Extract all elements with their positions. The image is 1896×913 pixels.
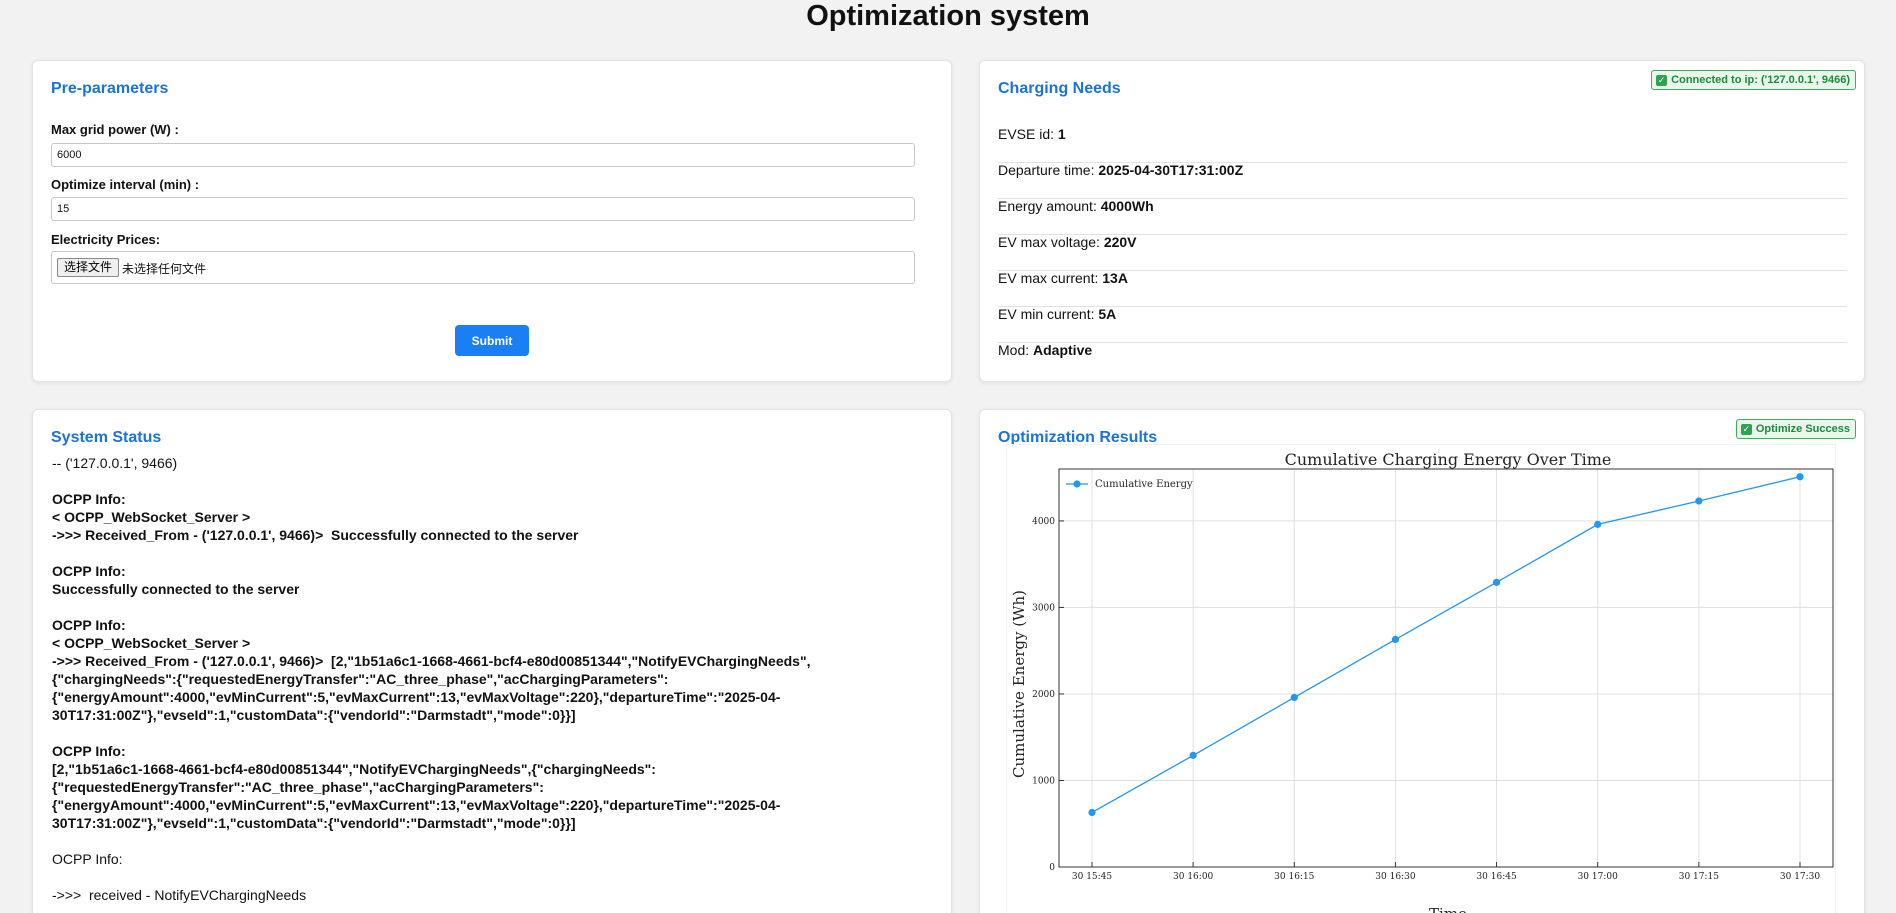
data-point [1088,808,1096,817]
status-log-line: < OCPP_WebSocket_Server > [52,509,251,525]
need-label: EVSE id: [998,126,1058,142]
status-log-line [52,544,932,562]
submit-button[interactable]: Submit [455,325,529,356]
status-log-line: {"requestedEnergyTransfer":"AC_three_pha… [52,779,544,795]
optimize-success-badge: ✓ Optimize Success [1735,419,1856,439]
x-tick-label: 30 17:00 [1578,872,1619,882]
file-status-text: 未选择任何文件 [122,262,207,276]
check-icon: ✓ [1740,423,1752,435]
status-log: -- ('127.0.0.1', 9466) OCPP Info: < OCPP_W… [52,454,932,904]
need-row-mode: Mod: Adaptive [998,343,1847,379]
pre-parameters-title: Pre-parameters [51,80,169,97]
status-log-line: {"energyAmount":4000,"evMinCurrent":5,"e… [52,797,781,813]
x-tick-label: 30 15:45 [1072,872,1113,882]
check-icon: ✓ [1656,74,1668,86]
cumulative-energy-chart: Cumulative Charging Energy Over Time 0 10… [1005,443,1837,913]
choose-file-button[interactable]: 选择文件 [57,258,120,277]
optimize-success-text: Optimize Success [1755,423,1850,435]
data-point [1695,497,1703,505]
status-log-line [52,472,932,490]
chart-xlabel: Time [1429,905,1467,913]
x-tick-label: 30 16:30 [1375,872,1416,882]
need-row-departure-time: Departure time: 2025-04-30T17:31:00Z [998,163,1847,199]
chart-ylabel: Cumulative Energy (Wh) [1010,590,1028,778]
status-log-line [52,598,932,616]
chart-svg: Cumulative Charging Energy Over Time 0 10… [1005,443,1837,913]
y-tick-label: 4000 [1032,517,1055,527]
need-label: EV max voltage: [998,234,1104,250]
connection-status-text: Connected to ip: ('127.0.0.1', 9466) [1671,74,1850,86]
y-tick-label: 2000 [1032,690,1055,700]
charging-needs-title: Charging Needs [998,80,1121,97]
status-log-line: -- ('127.0.0.1', 9466) [52,455,178,471]
status-log-line: ->>> received - NotifyEVChargingNeeds [52,887,307,903]
need-label: EV max current: [998,270,1103,286]
need-label: Departure time: [998,162,1099,178]
pre-parameters-panel: Pre-parameters Max grid power (W) : Opti… [32,60,952,382]
status-log-line: {"chargingNeeds":{"requestedEnergyTransf… [52,671,669,687]
need-row-ev-max-current: EV max current: 13A [998,271,1847,307]
data-point [1796,473,1804,481]
need-row-energy-amount: Energy amount: 4000Wh [998,199,1847,235]
x-tick-label: 30 16:15 [1274,872,1315,882]
status-log-line: Successfully connected to the server [52,581,300,597]
data-point [1594,520,1602,528]
x-tick-label: 30 17:15 [1679,872,1720,882]
system-status-title: System Status [51,429,162,446]
optimize-interval-label: Optimize interval (min) : [51,177,200,192]
status-log-line: OCPP Info: [52,617,126,633]
need-value: Adaptive [1033,342,1093,358]
need-value: 220V [1103,234,1137,250]
charging-needs-panel: Charging Needs ✓ Connected to ip: ('127.… [979,60,1865,382]
x-tick-label: 30 16:00 [1173,872,1214,882]
need-row-ev-min-current: EV min current: 5A [998,307,1847,343]
x-tick-label: 30 16:45 [1476,872,1517,882]
data-point [1492,578,1501,586]
x-tick-label: 30 17:30 [1780,872,1821,882]
optimization-results-panel: Optimization Results ✓ Optimize Success … [979,409,1865,913]
data-point [1290,693,1298,702]
data-point [1391,635,1400,644]
need-value: 13A [1102,270,1128,286]
status-log-line: < OCPP_WebSocket_Server > [52,635,251,651]
status-log-line: ->>> Received_From - ('127.0.0.1', 9466)… [52,653,811,669]
need-value: 1 [1057,126,1066,142]
need-value: 2025-04-30T17:31:00Z [1098,162,1244,178]
status-log-line: OCPP Info: [52,491,126,507]
status-log-line: OCPP Info: [52,743,126,759]
status-log-line: 30T17:31:00Z"},"evseId":1,"customData":{… [52,707,576,723]
y-tick-label: 0 [1049,863,1055,873]
system-status-panel: System Status -- ('127.0.0.1', 9466) OCPP… [32,409,952,913]
status-log-line: ->>> Received_From - ('127.0.0.1', 9466)… [52,527,579,543]
need-label: Energy amount: [998,198,1101,214]
status-log-line: [2,"1b51a6c1-1668-4661-bcf4-e80d00851344… [52,761,656,777]
electricity-prices-file-input: 选择文件 未选择任何文件 [51,251,915,284]
status-log-line: OCPP Info: [52,851,123,867]
page-title: Optimization system [806,0,1090,32]
data-point [1189,751,1197,759]
max-grid-power-input[interactable] [51,143,915,167]
y-tick-label: 1000 [1032,776,1055,786]
status-log-line: 30T17:31:00Z"},"evseId":1,"customData":{… [52,815,576,831]
need-row-ev-max-voltage: EV max voltage: 220V [998,235,1847,271]
electricity-prices-label: Electricity Prices: [51,232,161,247]
status-log-line: OCPP Info: [52,563,126,579]
need-label: Mod: [998,342,1034,358]
need-label: EV min current: [998,306,1099,322]
legend-label: Cumulative Energy [1095,479,1193,490]
need-row-evse-id: EVSE id: 1 [998,127,1847,163]
status-log-line [52,832,932,850]
y-tick-label: 3000 [1032,603,1055,613]
connection-status-badge: ✓ Connected to ip: ('127.0.0.1', 9466) [1651,70,1856,90]
need-value: 4000Wh [1100,198,1154,214]
need-value: 5A [1098,306,1117,322]
status-log-line [52,724,932,742]
optimize-interval-input[interactable] [51,197,915,221]
legend-marker [1073,480,1081,488]
chart-title: Cumulative Charging Energy Over Time [1285,450,1612,469]
status-log-line [52,868,932,886]
chart-background [1005,443,1837,913]
max-grid-power-label: Max grid power (W) : [51,122,179,137]
status-log-line: {"energyAmount":4000,"evMinCurrent":5,"e… [52,689,781,705]
